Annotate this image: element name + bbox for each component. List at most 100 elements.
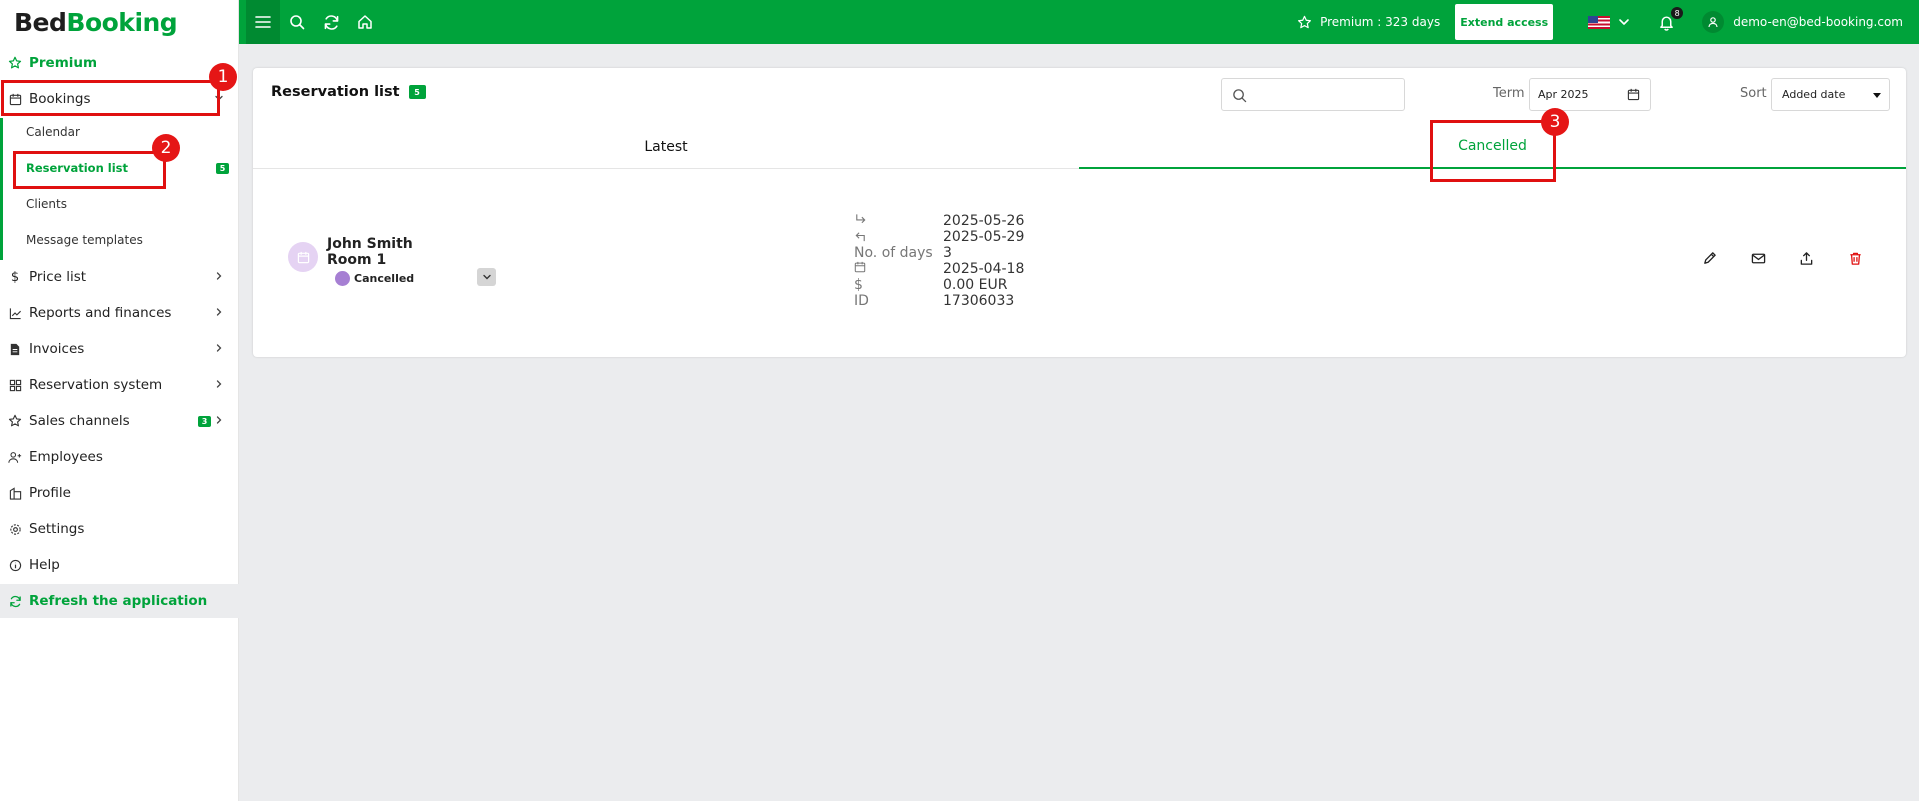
edit-icon[interactable] <box>1699 248 1719 268</box>
id-label: ID <box>854 293 869 309</box>
sidebar-item-sales-channels[interactable]: Sales channels 3 <box>0 404 239 438</box>
sidebar-item-label: Employees <box>29 449 103 465</box>
user-menu[interactable]: demo-en@bed-booking.com <box>1702 11 1903 33</box>
sidebar-item-employees[interactable]: Employees <box>0 440 239 474</box>
premium-days-text: Premium : 323 days <box>1320 15 1441 29</box>
logo-text-booking: Booking <box>66 7 178 37</box>
logo-text-bed: Bed <box>14 7 67 37</box>
sidebar-item-help[interactable]: Help <box>0 548 239 582</box>
page-title-text: Reservation list <box>271 84 400 100</box>
chevron-right-icon <box>216 416 222 424</box>
sidebar-item-label: Reports and finances <box>29 305 172 321</box>
chevron-right-icon <box>216 272 222 280</box>
star-icon <box>1298 15 1312 28</box>
departure-date: 2025-05-29 <box>943 229 1025 245</box>
sidebar-item-reports[interactable]: Reports and finances <box>0 296 239 330</box>
trash-icon[interactable] <box>1845 248 1865 268</box>
sidebar-item-label: Help <box>29 557 60 573</box>
tab-latest[interactable]: Latest <box>253 125 1079 169</box>
user-icon <box>1702 11 1725 33</box>
sidebar-item-settings[interactable]: Settings <box>0 512 239 546</box>
grid-icon <box>8 378 22 392</box>
info-icon <box>8 558 22 572</box>
sidebar-item-label: Price list <box>29 269 87 285</box>
document-icon <box>8 342 22 356</box>
user-plus-icon <box>8 450 22 464</box>
expand-row-button[interactable] <box>477 268 496 286</box>
term-label: Term <box>1493 86 1525 101</box>
annotation-number-3: 3 <box>1541 108 1569 136</box>
mail-icon[interactable] <box>1748 248 1768 268</box>
building-icon <box>8 486 22 500</box>
calendar-icon <box>1627 88 1640 101</box>
sync-icon[interactable] <box>314 0 348 44</box>
sidebar-item-refresh[interactable]: Refresh the application <box>0 584 239 618</box>
gear-icon <box>8 522 22 536</box>
star-icon <box>8 56 22 70</box>
sidebar-item-premium[interactable]: Premium <box>0 46 239 80</box>
reservation-list-card: Reservation list 5 Term Apr 2025 Sort Ad… <box>253 68 1906 357</box>
annotation-number-2: 2 <box>152 134 180 162</box>
guest-name[interactable]: John Smith <box>327 236 413 252</box>
arrival-date: 2025-05-26 <box>943 213 1025 229</box>
chevron-down-icon <box>1619 19 1630 25</box>
submenu-indicator <box>0 118 3 260</box>
sidebar-item-reservation-system[interactable]: Reservation system <box>0 368 239 402</box>
check-out-icon <box>854 229 867 245</box>
search-icon[interactable] <box>280 0 314 44</box>
top-bar: Bed Booking Premium : 323 days Extend acc… <box>0 0 1919 44</box>
calendar-icon <box>854 261 866 277</box>
sidebar-item-label: Refresh the application <box>29 593 208 609</box>
notifications-button[interactable]: 8 <box>1654 6 1685 34</box>
sidebar-item-label: Reservation system <box>29 377 163 393</box>
status-dot <box>335 271 350 286</box>
sidebar-item-calendar[interactable]: Calendar <box>26 122 80 142</box>
annotation-box-bookings <box>1 80 220 116</box>
check-in-icon <box>854 213 867 229</box>
booking-date: 2025-04-18 <box>943 261 1025 277</box>
term-date-picker[interactable]: Apr 2025 <box>1529 78 1651 111</box>
us-flag-icon <box>1588 15 1611 29</box>
sort-label: Sort <box>1740 86 1767 101</box>
term-value: Apr 2025 <box>1538 88 1589 101</box>
premium-status: Premium : 323 days <box>1297 15 1440 30</box>
notification-count-badge: 8 <box>1670 6 1685 20</box>
chevron-right-icon <box>216 380 222 388</box>
sort-value: Added date <box>1782 88 1846 101</box>
sidebar-item-label: Profile <box>29 485 71 501</box>
home-icon[interactable] <box>348 0 382 44</box>
price-value: 0.00 EUR <box>943 277 1008 293</box>
annotation-number-1: 1 <box>209 63 237 91</box>
status-badge: Cancelled <box>354 272 415 285</box>
export-icon[interactable] <box>1796 248 1816 268</box>
reservation-count-badge: 5 <box>408 85 426 99</box>
toolbar-icons <box>246 0 382 44</box>
annotation-box-reservation-list <box>13 151 166 189</box>
chevron-down-icon <box>482 274 491 280</box>
sidebar-item-invoices[interactable]: Invoices <box>0 332 239 366</box>
sidebar-item-message-templates[interactable]: Message templates <box>26 230 143 250</box>
extend-access-button[interactable]: Extend access <box>1455 4 1554 40</box>
sort-select[interactable]: Added date <box>1771 78 1890 111</box>
user-email: demo-en@bed-booking.com <box>1733 15 1903 29</box>
caret-down-icon <box>1873 93 1881 98</box>
search-icon <box>1233 89 1247 103</box>
annotation-box-cancelled-tab <box>1430 120 1556 182</box>
reservation-id: 17306033 <box>943 293 1015 309</box>
sidebar-item-price-list[interactable]: $ Price list <box>0 260 239 294</box>
language-selector[interactable] <box>1588 15 1630 29</box>
number-of-days: 3 <box>943 245 952 261</box>
logo[interactable]: Bed Booking <box>0 0 239 44</box>
star-icon <box>8 414 22 428</box>
chart-line-icon <box>8 306 22 320</box>
chevron-right-icon <box>216 308 222 316</box>
hamburger-menu-icon[interactable] <box>246 0 280 44</box>
sidebar-item-profile[interactable]: Profile <box>0 476 239 510</box>
sidebar-item-label: Premium <box>29 55 98 71</box>
search-input[interactable] <box>1256 85 1396 105</box>
sales-channels-badge: 3 <box>198 416 211 427</box>
search-field[interactable] <box>1221 78 1405 111</box>
calendar-icon <box>288 242 318 272</box>
reservation-count-badge: 5 <box>216 163 229 174</box>
sidebar-item-clients[interactable]: Clients <box>26 194 67 214</box>
